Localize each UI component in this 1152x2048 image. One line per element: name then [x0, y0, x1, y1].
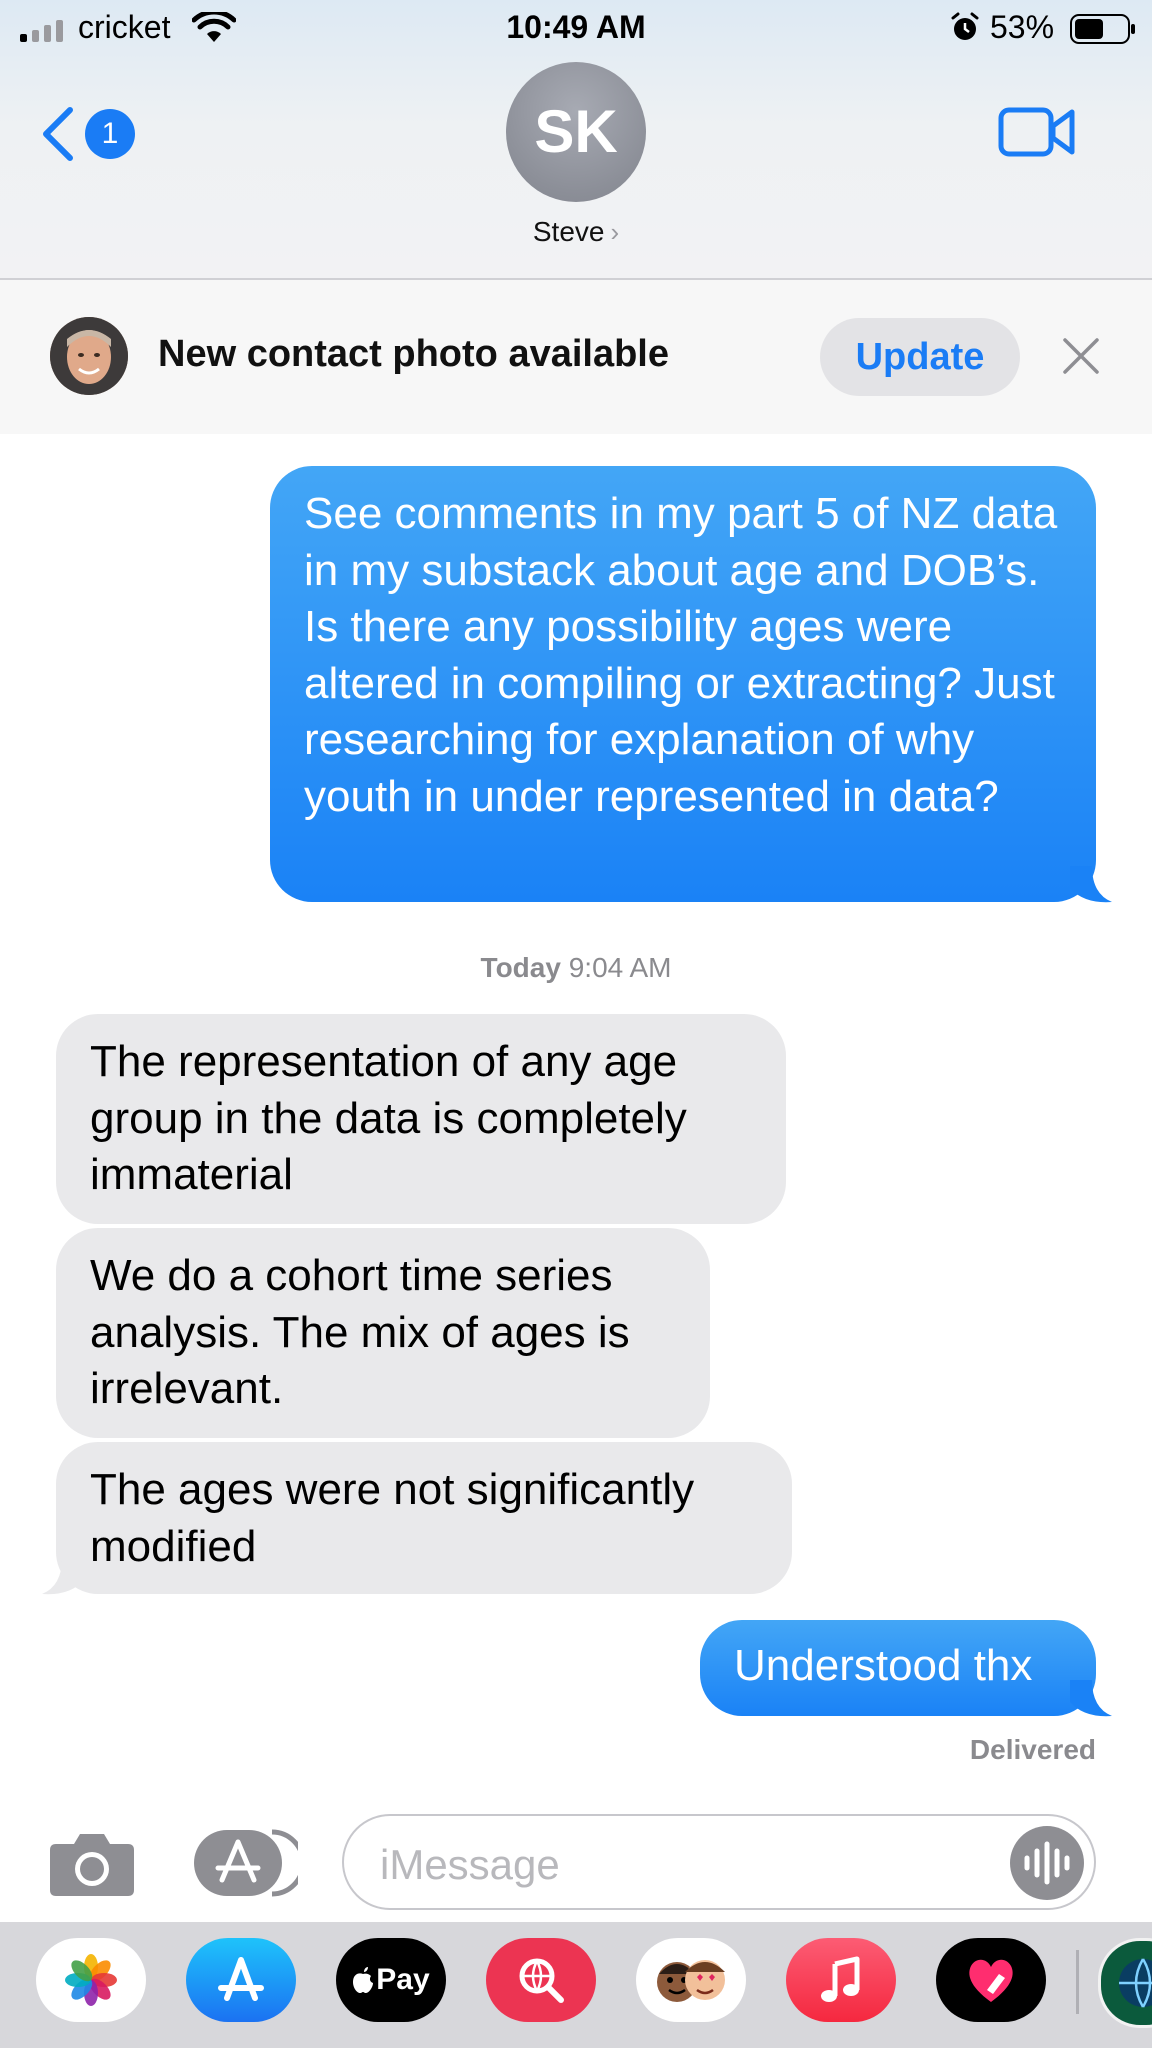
message-text: The representation of any age group in t… [90, 1037, 687, 1199]
alarm-icon [951, 12, 979, 40]
delivery-status: Delivered [969, 1734, 1096, 1765]
image-search-icon[interactable] [486, 1938, 596, 2022]
battery-icon [1070, 14, 1135, 44]
music-icon[interactable] [786, 1938, 896, 2022]
message-input[interactable] [378, 1836, 942, 1894]
apple-pay-icon[interactable]: Pay [336, 1938, 446, 2022]
video-camera-icon[interactable] [998, 104, 1076, 160]
bubble-tail [1070, 1680, 1112, 1717]
battery-percent: 53% [990, 9, 1055, 45]
app-store-icon[interactable] [192, 1828, 298, 1898]
more-apps-icon[interactable] [1098, 1938, 1152, 2028]
contact-name-button[interactable]: Steve › [0, 216, 1152, 248]
bubble-tail [1070, 866, 1112, 903]
status-bar: cricket 10:49 AM 53% [0, 0, 1152, 58]
received-message[interactable]: The representation of any age group in t… [56, 1014, 786, 1224]
back-button[interactable]: 1 [40, 100, 140, 170]
received-message[interactable]: We do a cohort time series analysis. The… [56, 1228, 710, 1438]
memoji-faces [657, 1960, 725, 2002]
camera-icon[interactable] [48, 1828, 136, 1898]
back-chevron-icon [43, 107, 73, 161]
app-drawer: Pay [0, 1922, 1152, 2048]
audio-waveform-icon [1024, 1841, 1070, 1885]
photos-glyph [65, 1954, 117, 2006]
face-image [50, 317, 128, 395]
message-text: We do a cohort time series analysis. The… [90, 1251, 630, 1413]
drawer-divider [1076, 1950, 1079, 2014]
contact-name: Steve [532, 216, 605, 247]
sent-message[interactable]: See comments in my part 5 of NZ data in … [270, 466, 1096, 902]
message-text: The ages were not significantly modified [90, 1465, 695, 1571]
unread-count-badge: 1 [85, 109, 135, 159]
heart-touch-glyph [969, 1959, 1013, 2002]
digital-touch-icon[interactable] [936, 1938, 1046, 2022]
contact-photo [50, 317, 128, 395]
timestamp-time: 9:04 AM [568, 952, 672, 983]
message-text: See comments in my part 5 of NZ data in … [304, 489, 1058, 821]
app-store-icon[interactable] [186, 1938, 296, 2022]
message-input-container [342, 1814, 1096, 1910]
search-globe-glyph [519, 1958, 564, 2003]
audio-record-button[interactable] [1010, 1826, 1084, 1900]
close-icon[interactable] [1062, 337, 1100, 375]
globe-glyph [1119, 1958, 1152, 2008]
chevron-right-icon: › [610, 217, 620, 247]
banner-message: New contact photo available [158, 333, 669, 375]
message-text: Understood thx [734, 1641, 1033, 1690]
message-timestamp: Today 9:04 AM [0, 952, 1152, 984]
apple-logo [353, 1967, 374, 1993]
conversation-header: cricket 10:49 AM 53% 1 SK Steve › [0, 0, 1152, 280]
bubble-tail [42, 1558, 84, 1595]
app-store-glyph [218, 1957, 264, 2001]
timestamp-day: Today [480, 952, 561, 983]
received-message[interactable]: The ages were not significantly modified [56, 1442, 792, 1594]
contact-photo-banner: New contact photo available Update [0, 280, 1152, 434]
photos-icon[interactable] [36, 1938, 146, 2022]
apple-pay-label: Pay [376, 1963, 430, 1996]
memoji-icon[interactable] [636, 1938, 746, 2022]
contact-avatar[interactable]: SK [506, 62, 646, 202]
sent-message[interactable]: Understood thx [700, 1620, 1096, 1716]
update-photo-button[interactable]: Update [820, 318, 1020, 396]
music-note-glyph [821, 1956, 860, 2002]
